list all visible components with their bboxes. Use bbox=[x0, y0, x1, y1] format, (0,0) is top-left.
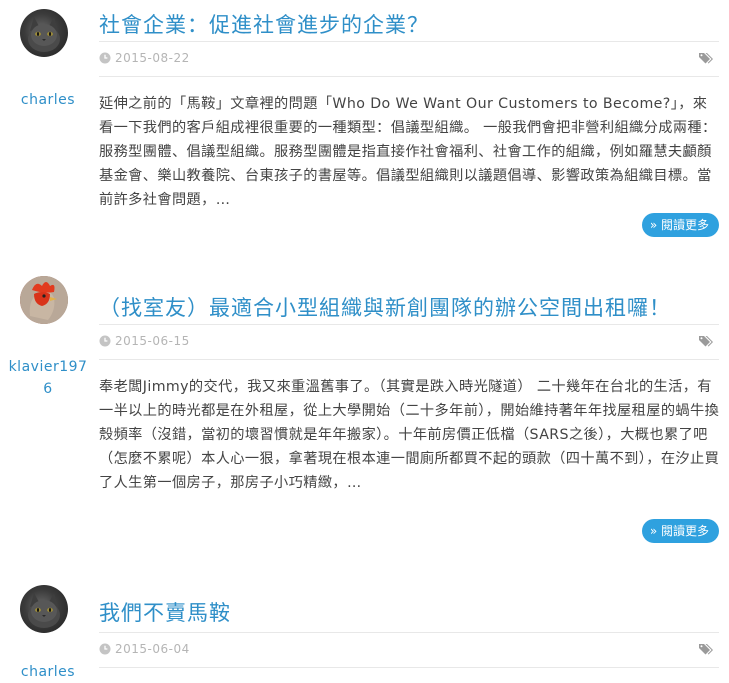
read-more-button[interactable]: » 閱讀更多 bbox=[641, 213, 719, 237]
post-excerpt: 奉老闆Jimmy的交代，我又來重溫舊事了。（其實是跌入時光隧道） 二十幾年在台北… bbox=[99, 379, 720, 491]
tags-icon[interactable] bbox=[699, 643, 713, 656]
clock-icon bbox=[99, 335, 111, 347]
tags-icon[interactable] bbox=[699, 52, 713, 65]
author-avatar[interactable] bbox=[20, 585, 68, 633]
clock-icon bbox=[99, 643, 111, 655]
post-meta-bar: 2015-06-04 bbox=[99, 632, 719, 668]
post-title[interactable]: （找室友）最適合小型組織與新創團隊的辦公空間出租囉！ bbox=[99, 292, 671, 322]
cat-avatar-icon bbox=[28, 593, 60, 628]
author-name[interactable]: charles bbox=[0, 89, 96, 111]
post-title[interactable]: 我們不賣馬鞍 bbox=[99, 597, 231, 627]
post-date: 2015-06-04 bbox=[115, 642, 190, 656]
cat-avatar-icon bbox=[28, 17, 60, 52]
tags-icon[interactable] bbox=[699, 335, 713, 348]
post-excerpt: 延伸之前的「馬鞍」文章裡的問題「Who Do We Want Our Custo… bbox=[99, 96, 717, 208]
author-avatar[interactable] bbox=[20, 276, 68, 324]
post-date: 2015-06-15 bbox=[115, 334, 190, 348]
clock-icon bbox=[99, 52, 111, 64]
author-name[interactable]: klavier1976 bbox=[0, 356, 96, 400]
post-meta-bar: 2015-08-22 bbox=[99, 41, 719, 77]
read-more-button[interactable]: » 閱讀更多 bbox=[641, 519, 719, 543]
post-meta-bar: 2015-06-15 bbox=[99, 324, 719, 360]
author-name[interactable]: charles bbox=[0, 661, 96, 683]
author-avatar[interactable] bbox=[20, 9, 68, 57]
post-title[interactable]: 社會企業：促進社會進步的企業？ bbox=[99, 9, 429, 39]
rooster-avatar-icon bbox=[20, 276, 68, 324]
post-date: 2015-08-22 bbox=[115, 51, 190, 65]
